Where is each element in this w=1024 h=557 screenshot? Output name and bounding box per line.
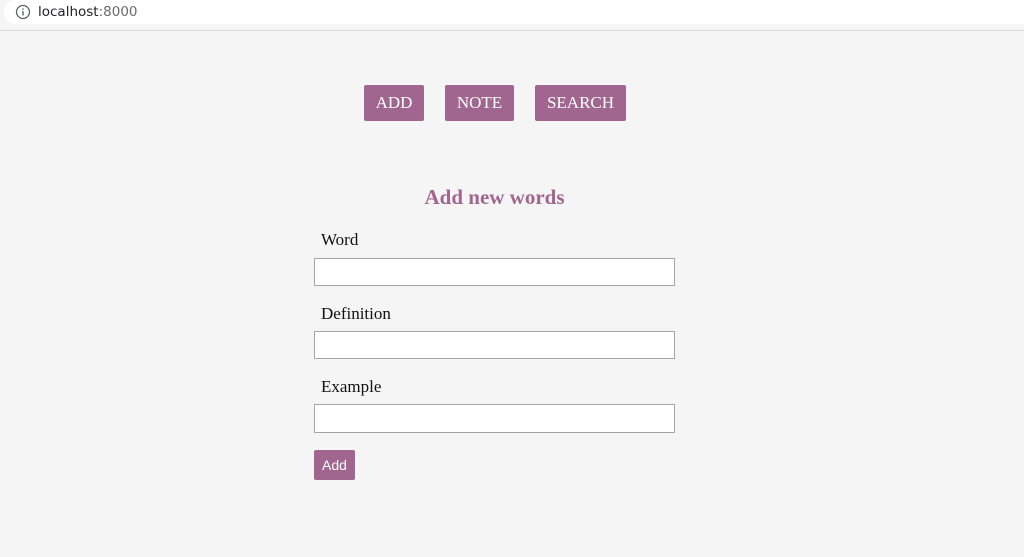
example-label: Example <box>321 377 382 396</box>
info-icon[interactable] <box>15 4 31 20</box>
nav-search-button[interactable]: SEARCH <box>535 85 626 121</box>
form-title: Add new words <box>424 185 565 209</box>
nav-note-button[interactable]: NOTE <box>445 85 514 121</box>
url-port: :8000 <box>98 4 138 20</box>
url-field[interactable]: localhost:8000 <box>4 0 1024 24</box>
url-text: localhost:8000 <box>38 3 138 21</box>
word-label: Word <box>321 230 359 249</box>
nav-add-button[interactable]: ADD <box>364 85 424 121</box>
add-word-submit-button[interactable]: Add <box>314 450 355 480</box>
url-host: localhost <box>38 4 99 20</box>
browser-address-bar: localhost:8000 <box>0 0 1024 31</box>
definition-input[interactable] <box>314 331 675 359</box>
word-input[interactable] <box>314 258 675 286</box>
example-input[interactable] <box>314 404 675 433</box>
definition-label: Definition <box>321 304 391 323</box>
